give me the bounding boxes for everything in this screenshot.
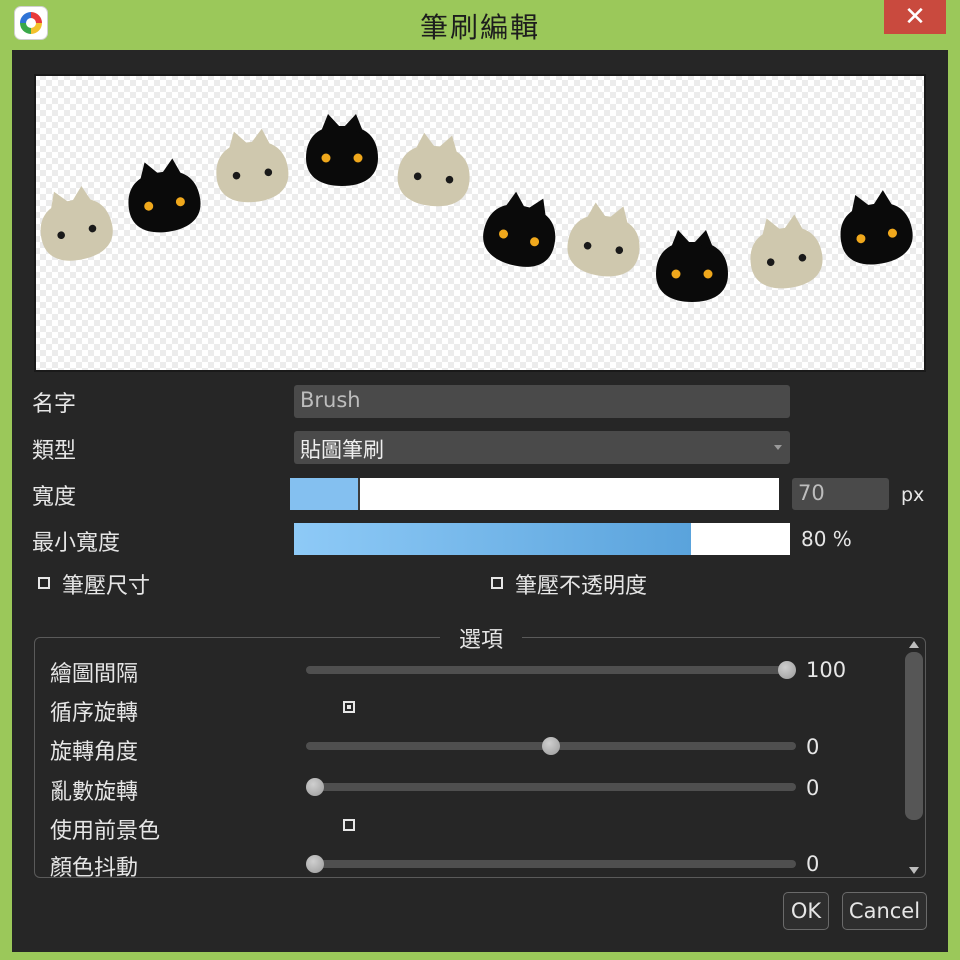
use-foreground-label: 使用前景色 — [50, 819, 161, 844]
draw-interval-label: 繪圖間隔 — [50, 662, 139, 687]
type-label: 類型 — [32, 439, 77, 464]
random-rotation-label: 亂數旋轉 — [50, 780, 139, 805]
ok-button[interactable]: OK — [783, 892, 829, 930]
pressure-opacity-label: 筆壓不透明度 — [515, 574, 648, 599]
random-rotation-value: 0 — [806, 776, 820, 800]
cat-stamp-preview — [34, 114, 918, 302]
name-label: 名字 — [32, 392, 77, 417]
options-group-title: 選項 — [440, 622, 522, 654]
width-label: 寬度 — [32, 485, 77, 510]
color-jitter-slider-handle[interactable] — [306, 855, 324, 873]
dialog-title: 筆刷編輯 — [419, 11, 540, 44]
cat-head-stamp-icon — [122, 155, 205, 237]
cat-head-stamp-icon — [477, 186, 565, 274]
min-width-label: 最小寬度 — [32, 531, 121, 556]
min-width-slider[interactable] — [294, 523, 790, 555]
color-jitter-slider[interactable] — [306, 860, 796, 868]
pressure-size-label: 筆壓尺寸 — [62, 574, 151, 599]
random-rotation-slider[interactable] — [306, 783, 796, 791]
min-width-slider-fill — [294, 523, 691, 555]
width-value: 70 — [798, 481, 825, 505]
options-scrollbar-thumb[interactable] — [905, 652, 923, 820]
cat-head-stamp-icon — [394, 130, 474, 210]
name-input-value: Brush — [300, 388, 361, 412]
sequential-rotation-checkbox[interactable] — [343, 701, 355, 713]
cat-head-stamp-icon — [744, 211, 827, 293]
color-jitter-value: 0 — [806, 852, 820, 876]
rotation-angle-slider-handle[interactable] — [542, 737, 560, 755]
cat-head-stamp-icon — [306, 114, 378, 186]
width-slider[interactable] — [290, 478, 779, 510]
type-dropdown[interactable]: 貼圖筆刷 — [294, 431, 790, 464]
cat-head-stamp-icon — [34, 181, 118, 267]
cat-head-stamp-icon — [563, 199, 646, 281]
pressure-opacity-checkbox[interactable] — [491, 577, 503, 589]
chevron-down-icon — [774, 445, 782, 450]
type-dropdown-value: 貼圖筆刷 — [300, 438, 384, 462]
pressure-size-checkbox[interactable] — [38, 577, 50, 589]
width-value-input[interactable]: 70 — [792, 478, 889, 510]
draw-interval-slider[interactable] — [306, 666, 796, 674]
random-rotation-slider-handle[interactable] — [306, 778, 324, 796]
draw-interval-value: 100 — [806, 658, 847, 682]
width-slider-fill — [290, 478, 361, 510]
min-width-value: 80 % — [801, 527, 852, 551]
color-jitter-label: 顏色抖動 — [50, 856, 139, 881]
draw-interval-slider-handle[interactable] — [778, 661, 796, 679]
sequential-rotation-label: 循序旋轉 — [50, 701, 139, 726]
scroll-up-arrow-icon[interactable] — [909, 641, 919, 648]
name-input[interactable]: Brush — [294, 385, 790, 418]
width-unit: px — [901, 484, 925, 506]
scroll-down-arrow-icon[interactable] — [909, 867, 919, 874]
cat-head-stamp-icon — [833, 186, 918, 270]
rotation-angle-value: 0 — [806, 735, 820, 759]
cat-head-stamp-icon — [656, 230, 728, 302]
title-bar: 筆刷編輯 ✕ — [0, 0, 960, 50]
cat-head-stamp-icon — [212, 126, 292, 206]
close-button[interactable]: ✕ — [884, 0, 946, 34]
cancel-button[interactable]: Cancel — [842, 892, 927, 930]
rotation-angle-label: 旋轉角度 — [50, 740, 139, 765]
brush-preview — [34, 74, 926, 372]
use-foreground-checkbox[interactable] — [343, 819, 355, 831]
